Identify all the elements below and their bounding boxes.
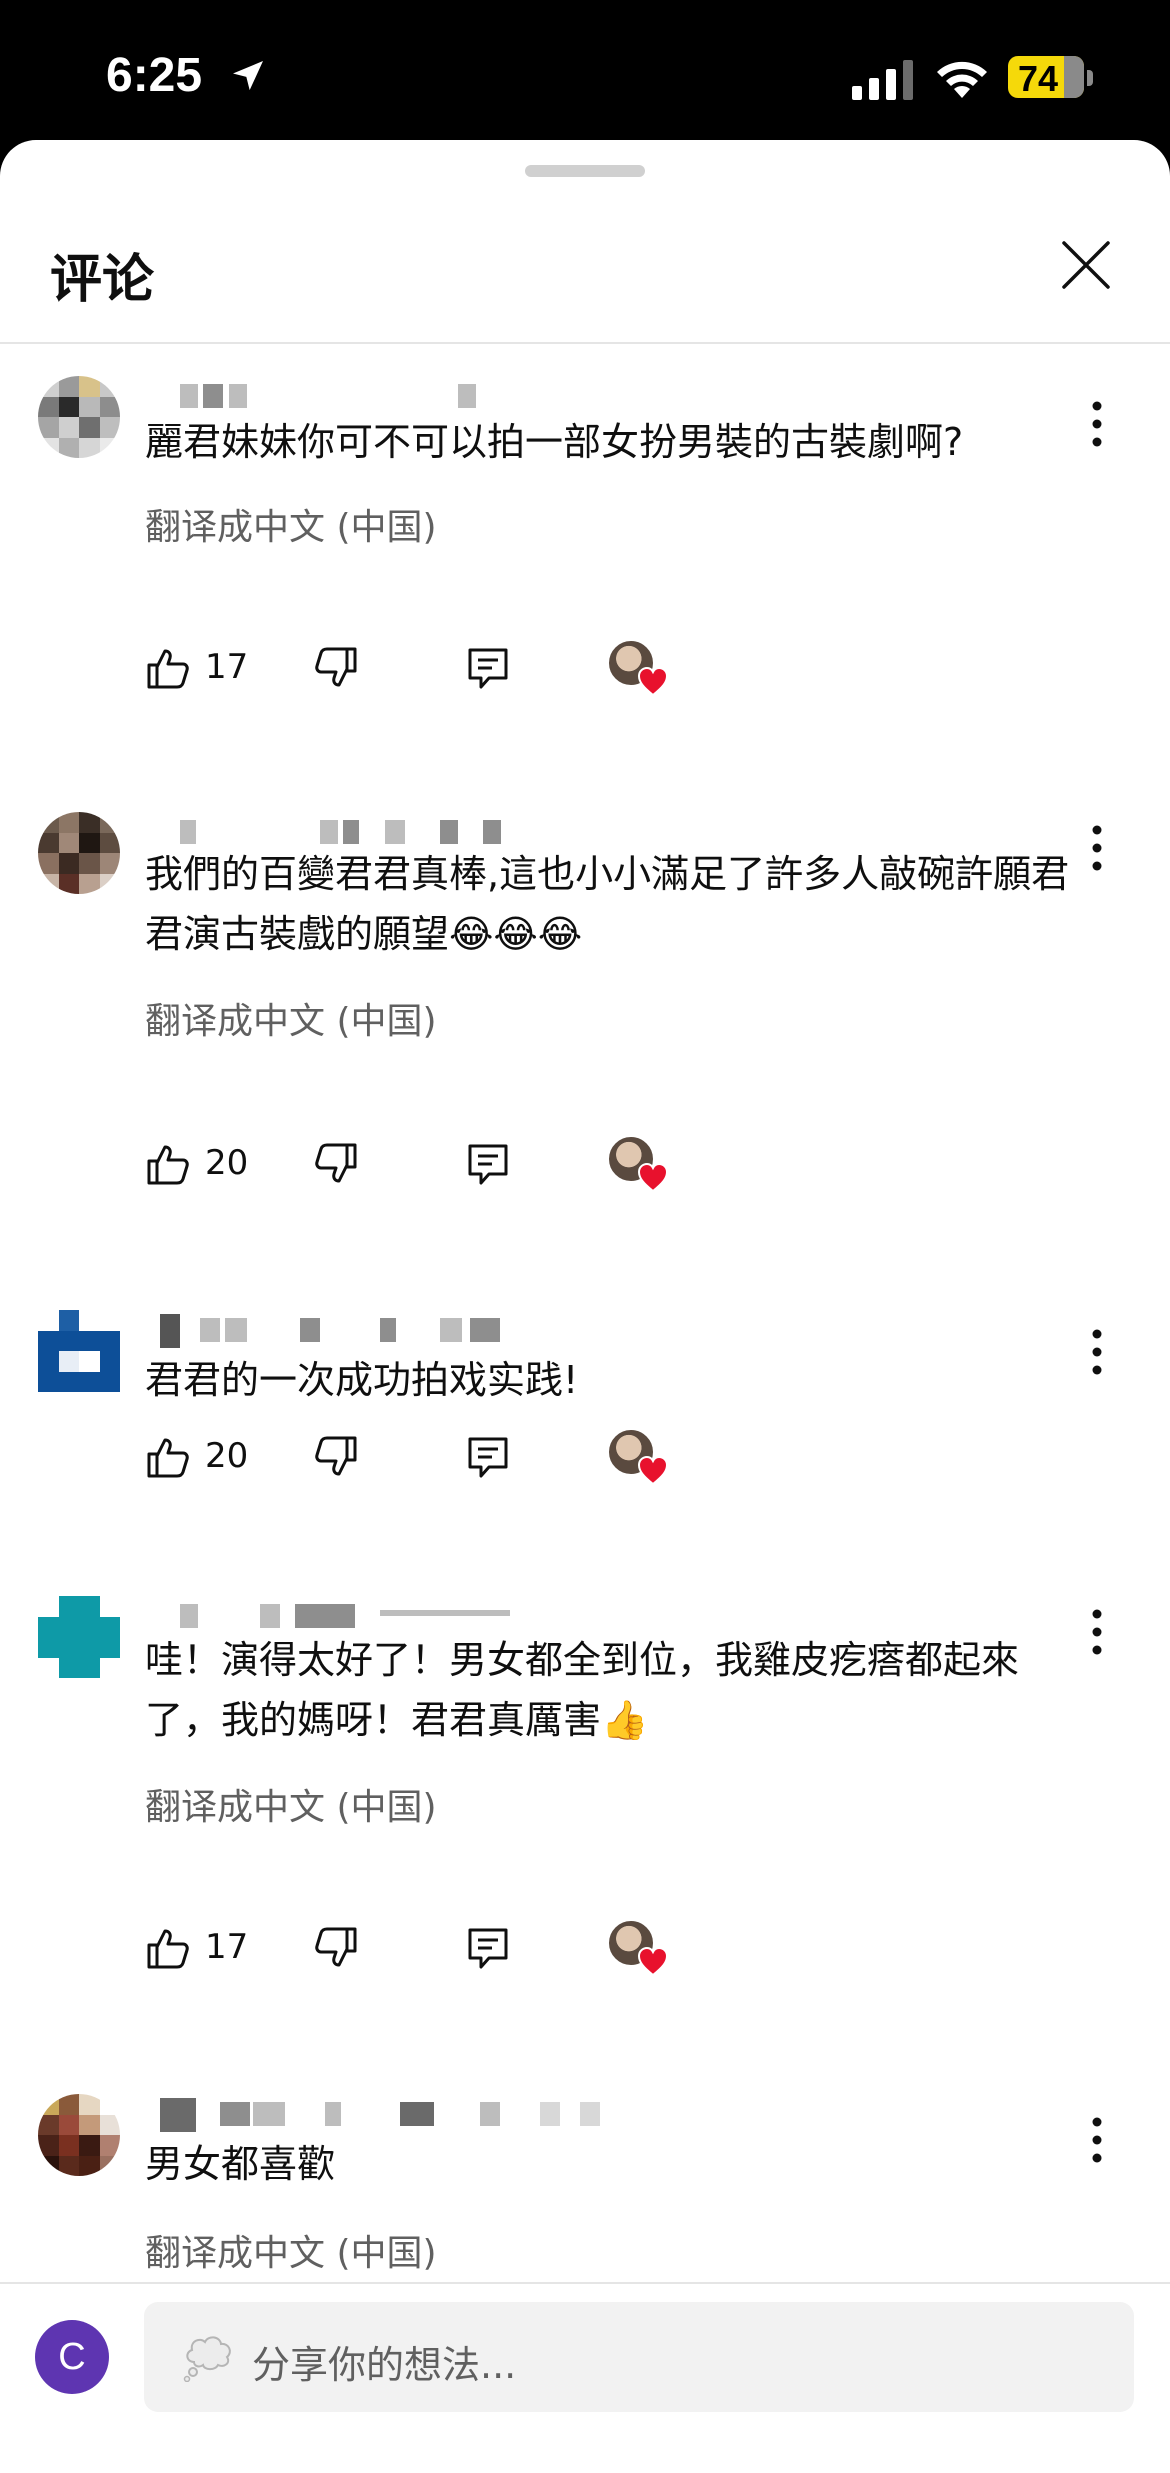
thumbs-down-icon[interactable] (313, 645, 359, 691)
translate-link[interactable]: 翻译成中文 (中国) (145, 2224, 437, 2276)
comment-list: 麗君妹妹你可不可以拍一部女扮男裝的古裝劇啊? 翻译成中文 (中国) 17 我們的… (0, 344, 1170, 2282)
footer-divider (0, 2282, 1170, 2284)
reply-icon[interactable] (465, 1141, 511, 1187)
translate-link[interactable]: 翻译成中文 (中国) (145, 992, 437, 1044)
battery-indicator: 74 (1008, 56, 1084, 98)
heart-icon (637, 1456, 669, 1486)
like-count: 20 (205, 1143, 249, 1183)
commenter-avatar[interactable] (38, 1310, 120, 1392)
close-icon[interactable] (1058, 237, 1114, 293)
translate-link[interactable]: 翻译成中文 (中国) (145, 498, 437, 550)
creator-heart-badge (607, 1135, 669, 1197)
comment-actions: 17 (145, 1919, 745, 1979)
thumbs-up-icon[interactable] (145, 1141, 191, 1187)
thumbs-down-icon[interactable] (313, 1141, 359, 1187)
heart-icon (637, 667, 669, 697)
commenter-avatar[interactable] (38, 812, 120, 894)
thumbs-up-icon[interactable] (145, 1925, 191, 1971)
drag-handle[interactable] (525, 165, 645, 177)
comment-actions: 20 (145, 1428, 745, 1488)
comment-text: 我們的百變君君真棒,這也小小滿足了許多人敲碗許願君君演古裝戲的願望😂😂😂 (145, 852, 1070, 956)
creator-heart-badge (607, 1428, 669, 1490)
battery-tip (1087, 70, 1093, 86)
creator-heart-badge (607, 1919, 669, 1981)
heart-icon (637, 1163, 669, 1193)
location-arrow-icon (233, 61, 263, 91)
user-avatar[interactable]: C (35, 2320, 109, 2394)
commenter-avatar[interactable] (38, 2094, 120, 2176)
commenter-name-redacted[interactable] (145, 380, 645, 414)
like-count: 20 (205, 1436, 249, 1476)
commenter-avatar[interactable] (38, 1596, 120, 1678)
heart-icon (637, 1947, 669, 1977)
wifi-icon (937, 61, 987, 98)
like-count: 17 (205, 1927, 249, 1967)
like-count: 17 (205, 647, 249, 687)
reply-icon[interactable] (465, 1434, 511, 1480)
commenter-avatar[interactable] (38, 376, 120, 458)
comment-text: 哇！演得太好了！男女都全到位，我雞皮疙瘩都起來了，我的媽呀！君君真厲害👍 (145, 1638, 1020, 1742)
sheet-title: 评论 (50, 250, 155, 310)
translate-link[interactable]: 翻译成中文 (中国) (145, 1778, 437, 1830)
comment-input[interactable]: 分享你的想法... (144, 2302, 1134, 2412)
comment-actions: 17 (145, 639, 745, 699)
status-time: 6:25 (106, 49, 203, 102)
input-placeholder: 分享你的想法... (252, 2343, 517, 2387)
comment-text: 麗君妹妹你可不可以拍一部女扮男裝的古裝劇啊? (145, 420, 964, 464)
thumbs-down-icon[interactable] (313, 1434, 359, 1480)
comment-item: 我們的百變君君真棒,這也小小滿足了許多人敲碗許願君君演古裝戲的願望😂😂😂 翻译成… (0, 812, 1170, 1292)
status-bar: 6:25 74 (0, 0, 1170, 145)
comment-item: 麗君妹妹你可不可以拍一部女扮男裝的古裝劇啊? 翻译成中文 (中国) 17 (0, 376, 1170, 806)
thought-bubble-icon (183, 2336, 231, 2382)
comment-text: 男女都喜歡 (145, 2142, 336, 2186)
reply-icon[interactable] (465, 645, 511, 691)
thumbs-up-icon[interactable] (145, 645, 191, 691)
cellular-signal-icon (852, 60, 913, 100)
comment-actions: 20 (145, 1135, 745, 1195)
comment-text: 君君的一次成功拍戏实践! (145, 1358, 579, 1402)
battery-percentage: 74 (1017, 58, 1059, 98)
comment-item: 哇！演得太好了！男女都全到位，我雞皮疙瘩都起來了，我的媽呀！君君真厲害👍 翻译成… (0, 1596, 1170, 2076)
comments-sheet: 评论 麗君妹妹你可不可以拍一部女扮男裝的古裝劇啊? 翻译成中文 (中国) 17 (0, 140, 1170, 2473)
comment-item: 男女都喜歡 翻译成中文 (中国) (0, 2094, 1170, 2282)
thumbs-down-icon[interactable] (313, 1925, 359, 1971)
thumbs-up-icon[interactable] (145, 1434, 191, 1480)
creator-heart-badge (607, 639, 669, 701)
reply-icon[interactable] (465, 1925, 511, 1971)
commenter-name-redacted[interactable] (145, 1314, 645, 1348)
commenter-name-redacted[interactable] (145, 2098, 645, 2132)
commenter-name-redacted[interactable] (145, 1600, 645, 1634)
comment-item: 君君的一次成功拍戏实践! 20 (0, 1310, 1170, 1560)
